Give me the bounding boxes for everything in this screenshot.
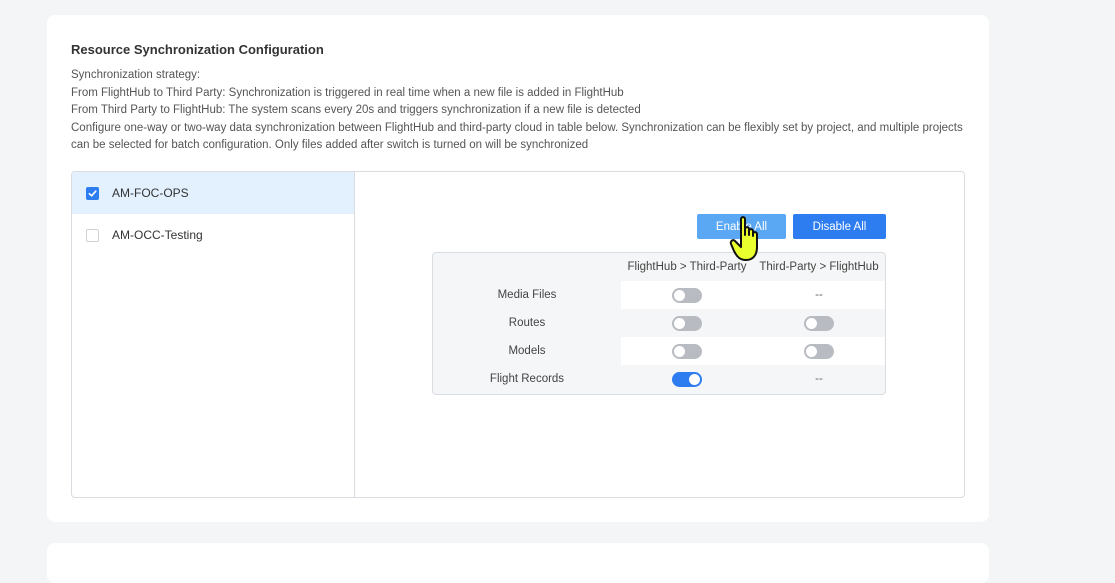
description-line: Configure one-way or two-way data synchr…: [71, 121, 963, 152]
models-to-third-party-toggle[interactable]: [672, 343, 702, 359]
toggle-knob: [806, 317, 817, 329]
description-line: Synchronization strategy:: [71, 69, 201, 81]
column-header-to-third-party: FlightHub > Third-Party: [627, 261, 747, 273]
sync-config-card: Resource Synchronization Configuration S…: [47, 15, 989, 522]
media-files-to-third-party-toggle[interactable]: [672, 287, 702, 303]
table-row-models: Models: [433, 337, 885, 365]
check-icon: [88, 189, 97, 197]
project-checkbox[interactable]: [86, 186, 99, 200]
cell-to-third-party: [621, 365, 753, 393]
row-label: Models: [508, 345, 546, 357]
toggle-knob: [674, 289, 685, 301]
routes-to-flighthub-toggle[interactable]: [804, 315, 834, 331]
cell-to-flighthub: --: [753, 281, 885, 309]
not-applicable-dash: --: [815, 289, 823, 301]
column-header-to-flighthub: Third-Party > FlightHub: [759, 261, 879, 273]
description-line: From Third Party to FlightHub: The syste…: [71, 104, 641, 116]
description-line: From FlightHub to Third Party: Synchroni…: [71, 86, 624, 99]
cell-to-flighthub: [753, 337, 885, 365]
cell-to-flighthub: [753, 309, 885, 337]
table-row-routes: Routes: [433, 309, 885, 337]
disable-all-button[interactable]: Disable All: [793, 214, 886, 239]
section-title: Resource Synchronization Configuration: [71, 42, 324, 57]
cell-to-third-party: [621, 337, 753, 365]
toggle-knob: [689, 373, 700, 385]
enable-all-button[interactable]: Enable All: [697, 214, 786, 239]
toggle-knob: [806, 345, 817, 357]
table-row-media-files: Media Files --: [433, 281, 885, 309]
models-to-flighthub-toggle[interactable]: [804, 343, 834, 359]
column-header-resource: [433, 253, 621, 281]
row-label: Routes: [508, 317, 546, 329]
project-checkbox[interactable]: [86, 228, 99, 242]
cell-to-third-party: [621, 309, 753, 337]
toggle-knob: [674, 317, 685, 329]
project-label: AM-OCC-Testing: [112, 228, 203, 242]
next-section-card: [47, 543, 989, 583]
row-label: Flight Records: [489, 373, 565, 385]
toggle-knob: [674, 345, 685, 357]
cell-to-flighthub: --: [753, 365, 885, 393]
table-row-flight-records: Flight Records --: [433, 365, 885, 393]
row-label: Media Files: [497, 289, 557, 301]
sync-table: FlightHub > Third-Party Third-Party > Fl…: [432, 252, 886, 395]
project-item-am-foc-ops[interactable]: AM-FOC-OPS: [72, 172, 354, 214]
project-item-am-occ-testing[interactable]: AM-OCC-Testing: [72, 214, 354, 256]
flight-records-to-third-party-toggle[interactable]: [672, 371, 702, 387]
cell-to-third-party: [621, 281, 753, 309]
routes-to-third-party-toggle[interactable]: [672, 315, 702, 331]
project-list: AM-FOC-OPS AM-OCC-Testing: [72, 172, 355, 497]
sync-panel: AM-FOC-OPS AM-OCC-Testing Enable All Dis…: [71, 171, 965, 498]
section-description: Synchronization strategy: From FlightHub…: [71, 67, 971, 155]
project-label: AM-FOC-OPS: [112, 186, 189, 200]
not-applicable-dash: --: [815, 373, 823, 385]
